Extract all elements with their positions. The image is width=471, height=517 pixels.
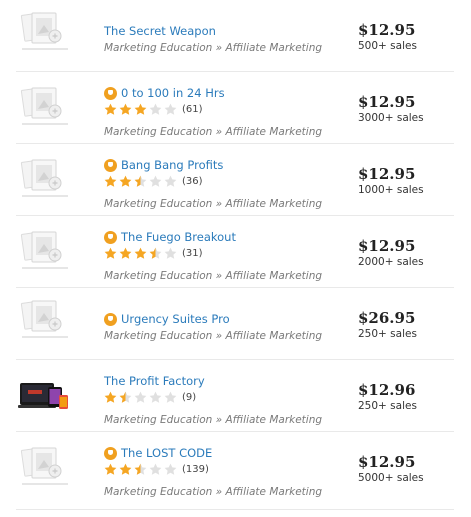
star-half-icon bbox=[119, 391, 132, 403]
star-empty-icon bbox=[134, 391, 147, 403]
award-badge-icon bbox=[104, 312, 117, 326]
star-empty-icon bbox=[164, 175, 177, 187]
star-empty-icon bbox=[164, 391, 177, 403]
rating-stars bbox=[104, 103, 177, 116]
rating-stars bbox=[104, 391, 177, 404]
price: $12.95 bbox=[358, 21, 416, 39]
product-row[interactable]: The Secret Weapon Marketing Education » A… bbox=[16, 0, 454, 72]
price: $12.95 bbox=[358, 93, 416, 111]
star-empty-icon bbox=[164, 463, 177, 475]
star-empty-icon bbox=[164, 247, 177, 259]
award-badge-icon bbox=[104, 158, 117, 172]
product-title-link[interactable]: The Fuego Breakout bbox=[121, 230, 236, 244]
star-filled-icon bbox=[104, 247, 117, 259]
price: $26.95 bbox=[358, 309, 416, 327]
product-row[interactable]: Bang Bang Profits (36) Marketing Educatio… bbox=[16, 144, 454, 216]
category-breadcrumb: Marketing Education » Affiliate Marketin… bbox=[104, 486, 323, 498]
category-breadcrumb: Marketing Education » Affiliate Marketin… bbox=[104, 270, 323, 282]
product-title-link[interactable]: The Profit Factory bbox=[104, 374, 205, 388]
rating-stars bbox=[104, 175, 177, 188]
star-filled-icon bbox=[119, 103, 132, 115]
star-empty-icon bbox=[149, 175, 162, 187]
price: $12.96 bbox=[358, 381, 416, 399]
review-count: (139) bbox=[182, 464, 209, 475]
star-filled-icon bbox=[104, 391, 117, 403]
category-breadcrumb: Marketing Education » Affiliate Marketin… bbox=[104, 126, 323, 138]
rating: (36) bbox=[104, 175, 203, 188]
price: $12.95 bbox=[358, 453, 416, 471]
rating: (61) bbox=[104, 103, 203, 116]
sales-count: 250+ sales bbox=[358, 400, 417, 412]
title-line: The Profit Factory bbox=[104, 374, 205, 388]
star-filled-icon bbox=[134, 247, 147, 259]
title-line: Bang Bang Profits bbox=[104, 158, 223, 172]
no-image-placeholder-icon[interactable] bbox=[18, 85, 72, 131]
rating: (31) bbox=[104, 247, 203, 260]
category-breadcrumb: Marketing Education » Affiliate Marketin… bbox=[104, 42, 323, 54]
sales-count: 5000+ sales bbox=[358, 472, 424, 484]
title-line: The Fuego Breakout bbox=[104, 230, 236, 244]
product-title-link[interactable]: The LOST CODE bbox=[121, 446, 212, 460]
product-title-link[interactable]: Bang Bang Profits bbox=[121, 158, 223, 172]
product-title-link[interactable]: The Secret Weapon bbox=[104, 24, 216, 38]
star-half-icon bbox=[134, 463, 147, 475]
sales-count: 2000+ sales bbox=[358, 256, 424, 268]
star-filled-icon bbox=[119, 247, 132, 259]
award-badge-icon bbox=[104, 230, 117, 244]
review-count: (36) bbox=[182, 176, 203, 187]
title-line: 0 to 100 in 24 Hrs bbox=[104, 86, 225, 100]
sales-count: 3000+ sales bbox=[358, 112, 424, 124]
star-empty-icon bbox=[149, 103, 162, 115]
product-row[interactable]: The Profit Factory (9) Marketing Educatio… bbox=[16, 360, 454, 432]
review-count: (61) bbox=[182, 104, 203, 115]
price: $12.95 bbox=[358, 237, 416, 255]
no-image-placeholder-icon[interactable] bbox=[18, 298, 72, 344]
no-image-placeholder-icon[interactable] bbox=[18, 10, 72, 56]
sales-count: 500+ sales bbox=[358, 40, 417, 52]
product-row[interactable]: 0 to 100 in 24 Hrs (61) Marketing Educatio… bbox=[16, 72, 454, 144]
review-count: (9) bbox=[182, 392, 197, 403]
star-filled-icon bbox=[134, 103, 147, 115]
title-line: Urgency Suites Pro bbox=[104, 312, 230, 326]
price: $12.95 bbox=[358, 165, 416, 183]
no-image-placeholder-icon[interactable] bbox=[18, 445, 72, 491]
rating-stars bbox=[104, 247, 177, 260]
star-half-icon bbox=[149, 247, 162, 259]
product-title-link[interactable]: Urgency Suites Pro bbox=[121, 312, 230, 326]
star-empty-icon bbox=[164, 103, 177, 115]
star-half-icon bbox=[134, 175, 147, 187]
title-line: The LOST CODE bbox=[104, 446, 212, 460]
category-breadcrumb: Marketing Education » Affiliate Marketin… bbox=[104, 330, 323, 342]
star-filled-icon bbox=[104, 103, 117, 115]
rating: (139) bbox=[104, 463, 209, 476]
star-filled-icon bbox=[119, 463, 132, 475]
star-empty-icon bbox=[149, 463, 162, 475]
product-image[interactable] bbox=[18, 373, 72, 419]
rating: (9) bbox=[104, 391, 196, 404]
star-filled-icon bbox=[104, 175, 117, 187]
product-row[interactable]: Urgency Suites Pro Marketing Education » … bbox=[16, 288, 454, 360]
sales-count: 1000+ sales bbox=[358, 184, 424, 196]
product-row[interactable]: The Fuego Breakout (31) Marketing Educati… bbox=[16, 216, 454, 288]
award-badge-icon bbox=[104, 446, 117, 460]
review-count: (31) bbox=[182, 248, 203, 259]
category-breadcrumb: Marketing Education » Affiliate Marketin… bbox=[104, 198, 323, 210]
category-breadcrumb: Marketing Education » Affiliate Marketin… bbox=[104, 414, 323, 426]
star-filled-icon bbox=[119, 175, 132, 187]
no-image-placeholder-icon[interactable] bbox=[18, 157, 72, 203]
sales-count: 250+ sales bbox=[358, 328, 417, 340]
product-list: The Secret Weapon Marketing Education » A… bbox=[0, 0, 471, 510]
product-row[interactable]: The LOST CODE (139) Marketing Education »… bbox=[16, 432, 454, 510]
title-line: The Secret Weapon bbox=[104, 24, 216, 38]
rating-stars bbox=[104, 463, 177, 476]
product-title-link[interactable]: 0 to 100 in 24 Hrs bbox=[121, 86, 225, 100]
star-filled-icon bbox=[104, 463, 117, 475]
award-badge-icon bbox=[104, 86, 117, 100]
no-image-placeholder-icon[interactable] bbox=[18, 229, 72, 275]
star-empty-icon bbox=[149, 391, 162, 403]
